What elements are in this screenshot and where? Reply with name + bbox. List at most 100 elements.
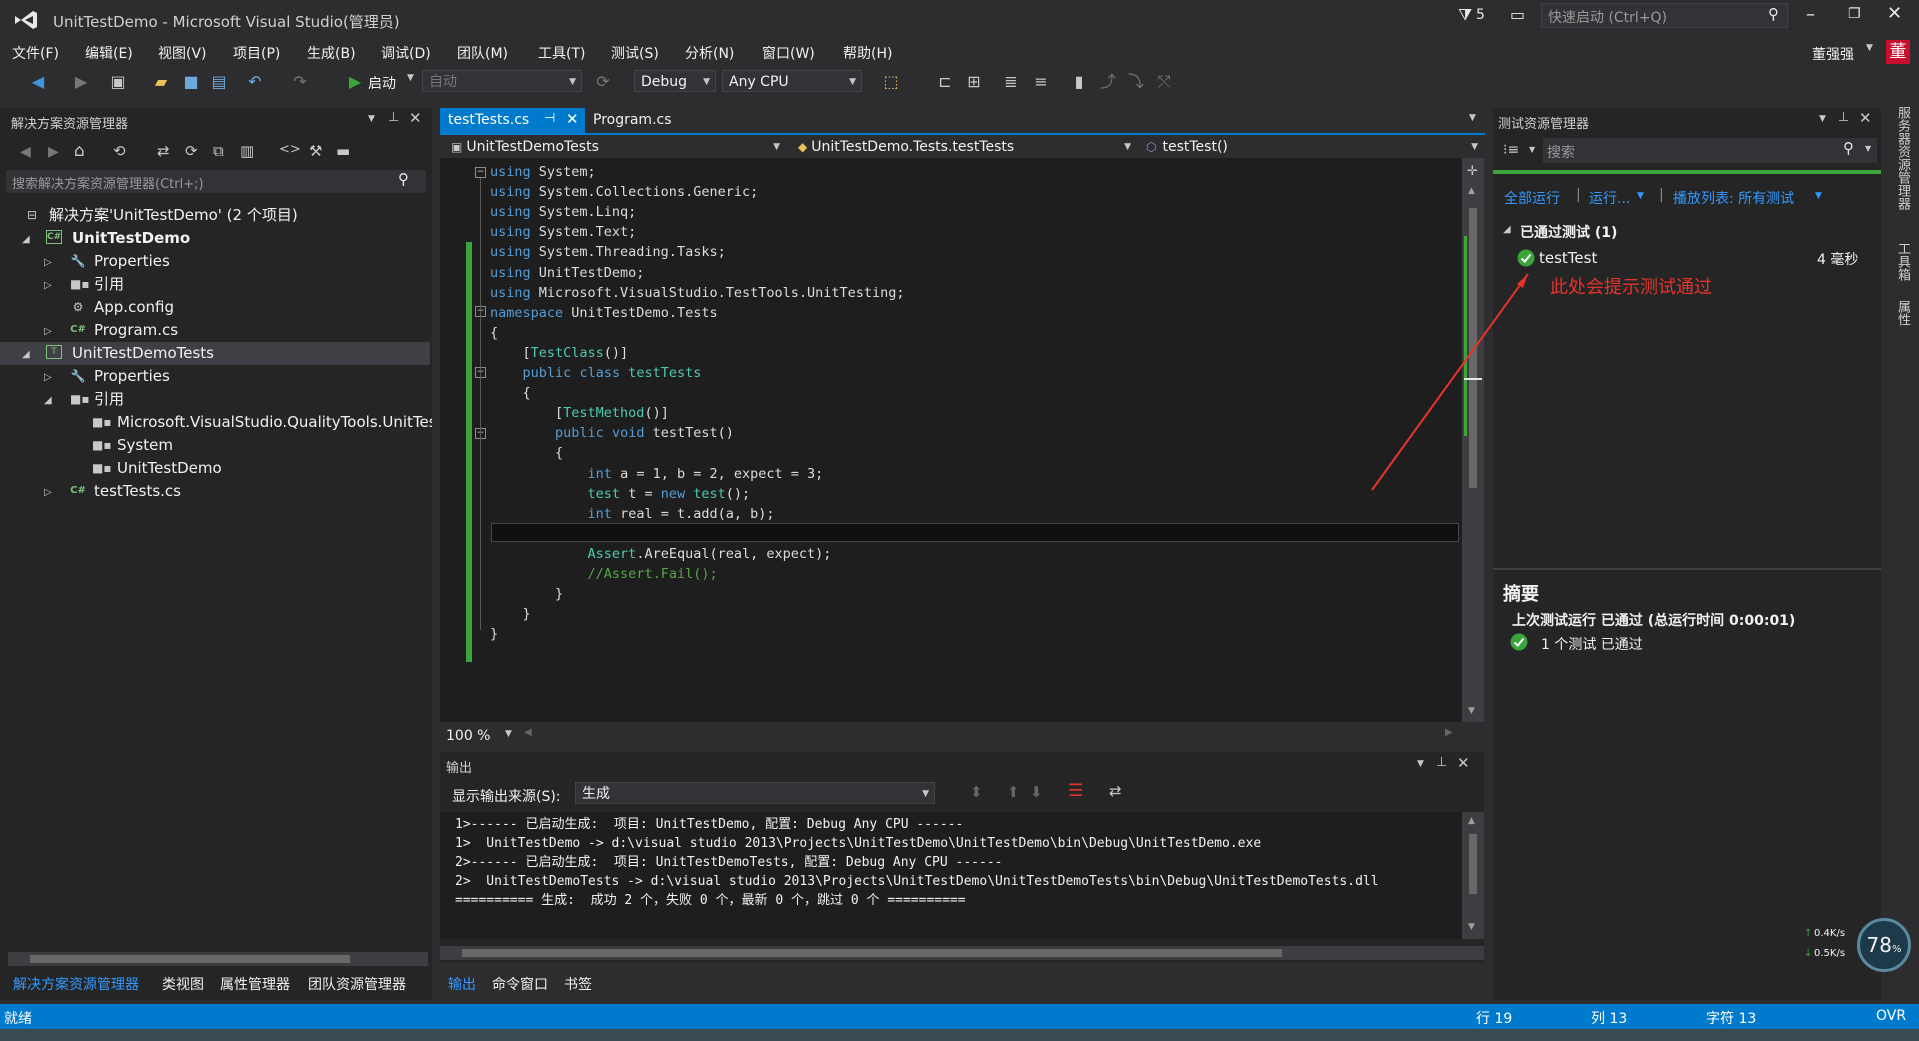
start-debug-icon[interactable]: ▶ (344, 72, 366, 92)
save-icon[interactable]: ■ (180, 72, 202, 92)
collapsed-arrow-icon[interactable]: ▷ (44, 251, 52, 274)
step-icon[interactable]: ⊏ (934, 72, 956, 92)
close-icon[interactable]: ✕ (1457, 754, 1470, 772)
menu-tools[interactable]: 工具(T) (538, 43, 585, 63)
tree-item-assembly[interactable]: ■▪ UnitTestDemo (0, 457, 430, 480)
test-row[interactable]: testTest 4 毫秒 (1517, 248, 1881, 270)
tab-program-cs[interactable]: Program.cs (593, 112, 672, 128)
redo-icon[interactable]: ↷ (289, 72, 311, 92)
tab-command-window[interactable]: 命令窗口 (492, 974, 548, 994)
fold-icon[interactable]: − (475, 167, 486, 178)
menu-build[interactable]: 生成(B) (307, 43, 356, 63)
test-search-input[interactable]: 搜索 ⚲ ▼ (1543, 138, 1877, 163)
platform-select[interactable]: Any CPU ▼ (722, 70, 862, 92)
collapsed-arrow-icon[interactable]: ▷ (44, 366, 52, 389)
forward-icon[interactable]: ▶ (48, 144, 59, 160)
side-tab-toolbox[interactable]: 工具箱 (1893, 242, 1912, 281)
expanded-arrow-icon[interactable]: ◢ (1503, 224, 1511, 235)
splitter[interactable] (1493, 568, 1881, 570)
word-wrap-icon[interactable]: ⇄ (1109, 782, 1122, 800)
playlist-dropdown-icon[interactable]: ▼ (1815, 191, 1822, 201)
tab-solution-explorer[interactable]: 解决方案资源管理器 (13, 974, 139, 994)
tab-output[interactable]: 输出 (448, 974, 476, 994)
close-tab-icon[interactable]: ✕ (566, 110, 579, 128)
feedback-icon[interactable]: ▭ (1510, 5, 1525, 24)
zoom-dropdown-icon[interactable]: ▼ (505, 729, 512, 739)
next-bookmark-icon[interactable]: ⤵ (1125, 72, 1147, 92)
avatar[interactable]: 董 (1886, 40, 1910, 64)
tree-item-assembly[interactable]: ■▪ Microsoft.VisualStudio.QualityTools.U… (0, 411, 432, 434)
outdent-icon[interactable]: ≡ (1030, 72, 1052, 92)
close-icon[interactable]: ✕ (409, 109, 422, 127)
menu-debug[interactable]: 调试(D) (381, 43, 431, 63)
sync-icon[interactable]: ⇄ (157, 142, 170, 160)
scroll-up-icon[interactable]: ▲ (1468, 816, 1475, 826)
tree-item-project-unittestdemo[interactable]: ◢ C# UnitTestDemo (0, 227, 430, 250)
run-all-link[interactable]: 全部运行 (1504, 188, 1560, 208)
close-icon[interactable]: ✕ (1859, 109, 1872, 127)
tree-item-references[interactable]: ▷ ■▪ 引用 (0, 273, 430, 296)
new-project-icon[interactable]: ▣ (107, 72, 129, 92)
side-tab-server-explorer[interactable]: 服务器资源管理器 (1893, 106, 1912, 210)
open-file-icon[interactable]: ▰ (150, 72, 172, 92)
scroll-up-icon[interactable]: ▲ (1468, 186, 1475, 196)
pin-icon[interactable]: ⊥ (388, 110, 399, 125)
go-to-message-icon[interactable]: ⬍ (970, 783, 983, 801)
group-by-icon[interactable]: ⁝≡ (1503, 142, 1519, 158)
config-select[interactable]: Debug ▼ (634, 70, 716, 92)
horizontal-scrollbar[interactable] (8, 952, 428, 966)
clear-all-icon[interactable]: ☰ (1068, 781, 1083, 801)
collapsed-arrow-icon[interactable]: ▷ (44, 320, 52, 343)
tree-item-project-tests[interactable]: ◢ T UnitTestDemoTests (0, 342, 430, 365)
scroll-down-icon[interactable]: ▼ (1468, 922, 1475, 932)
tree-item-assembly[interactable]: ■▪ System (0, 434, 430, 457)
tree-item-program-cs[interactable]: ▷ C# Program.cs (0, 319, 430, 342)
run-link[interactable]: 运行... (1589, 188, 1630, 208)
user-name[interactable]: 董强强 (1812, 44, 1854, 64)
menu-edit[interactable]: 编辑(E) (85, 43, 133, 63)
menu-project[interactable]: 项目(P) (233, 43, 280, 63)
collapse-all-icon[interactable]: ⧉ (213, 142, 224, 160)
playlist-link[interactable]: 播放列表: 所有测试 (1673, 188, 1794, 208)
nav-member-select[interactable]: ⬡ testTest() ▼ (1140, 136, 1483, 158)
properties-icon[interactable]: ⚒ (309, 142, 322, 160)
show-all-files-icon[interactable]: ▥ (240, 142, 254, 160)
pin-icon[interactable]: ⊥ (1436, 755, 1447, 770)
notification-filter-icon[interactable]: ⧩ (1458, 5, 1472, 25)
prev-message-icon[interactable]: ⬆ (1007, 783, 1020, 801)
chevron-down-icon[interactable]: ▼ (1529, 145, 1535, 154)
tree-item-references[interactable]: ◢ ■▪ 引用 (0, 388, 430, 411)
tree-item-testtests-cs[interactable]: ▷ C# testTests.cs (0, 480, 430, 503)
tree-item-app-config[interactable]: ⚙ App.config (0, 296, 430, 319)
split-icon[interactable]: ✛ (1467, 164, 1478, 179)
next-message-icon[interactable]: ⬇ (1030, 783, 1043, 801)
tab-bookmarks[interactable]: 书签 (564, 974, 592, 994)
pin-icon[interactable]: ⊣ (544, 111, 555, 126)
layout-icon[interactable]: ⊞ (963, 72, 985, 92)
menu-test[interactable]: 测试(S) (611, 43, 659, 63)
back-icon[interactable]: ◀ (20, 144, 31, 160)
tab-overflow-icon[interactable]: ▼ (1469, 113, 1476, 123)
undo-icon[interactable]: ↶ (244, 72, 266, 92)
scroll-down-icon[interactable]: ▼ (1468, 706, 1475, 716)
menu-team[interactable]: 团队(M) (457, 43, 508, 63)
zoom-level[interactable]: 100 % (446, 728, 490, 744)
expanded-arrow-icon[interactable]: ◢ (22, 228, 30, 251)
forward-icon[interactable]: ▶ (70, 72, 92, 92)
search-icon[interactable]: ⚲ (398, 170, 409, 188)
restore-icon[interactable]: ❐ (1848, 6, 1861, 22)
clear-bookmarks-icon[interactable]: ⤲ (1153, 72, 1175, 92)
find-in-files-icon[interactable]: ⬚ (880, 72, 902, 92)
menu-analyze[interactable]: 分析(N) (685, 43, 734, 63)
tree-item-properties[interactable]: ▷ 🔧 Properties (0, 250, 430, 273)
menu-file[interactable]: 文件(F) (12, 43, 59, 63)
scroll-right-icon[interactable]: ▶ (1445, 727, 1453, 738)
user-dropdown-icon[interactable]: ▼ (1866, 43, 1873, 53)
tab-testtests-cs[interactable]: testTests.cs ⊣ ✕ (440, 108, 585, 133)
close-window-icon[interactable]: ✕ (1887, 3, 1902, 24)
auto-select[interactable]: 自动 ▼ (422, 70, 582, 92)
tree-item-solution[interactable]: ⊟ 解决方案'UnitTestDemo' (2 个项目) (0, 204, 430, 227)
refresh-icon[interactable]: ⟳ (592, 72, 614, 92)
scrollbar-thumb[interactable] (30, 955, 350, 963)
solution-search-input[interactable]: 搜索解决方案资源管理器(Ctrl+;) ⚲ (6, 170, 426, 193)
